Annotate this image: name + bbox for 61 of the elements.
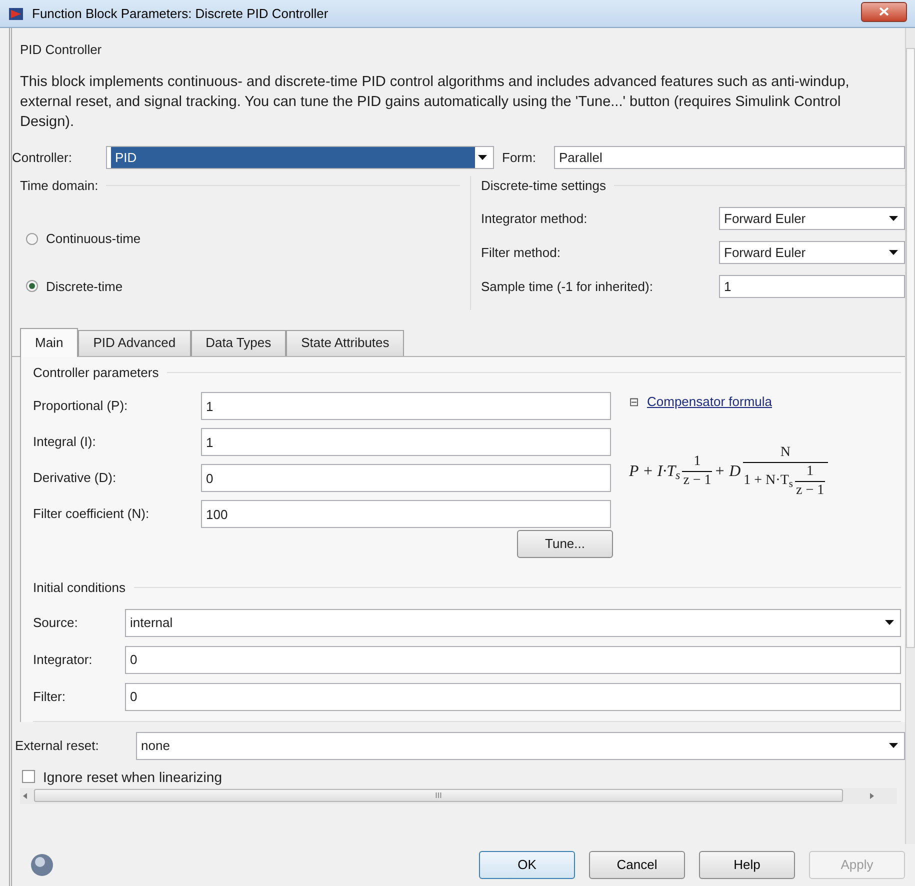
help-icon[interactable] <box>30 853 54 877</box>
group-title: Initial conditions <box>33 579 126 597</box>
setting-label: Filter method: <box>481 244 562 262</box>
tab[interactable]: PID Advanced <box>78 330 191 356</box>
condition-field[interactable]: 0 <box>125 682 901 710</box>
parameter-field[interactable]: 0 <box>201 464 611 492</box>
form-field[interactable]: Parallel <box>554 146 905 169</box>
parameter-label: Integral (I): <box>33 433 97 452</box>
controller-label: Controller: <box>12 148 73 167</box>
close-button[interactable] <box>861 2 907 22</box>
checkbox[interactable] <box>22 770 35 783</box>
condition-label: Integrator: <box>33 650 94 669</box>
parameter-label: Filter coefficient (N): <box>33 505 150 524</box>
group-title: Discrete-time settings <box>481 176 606 195</box>
tab[interactable]: Main <box>20 328 78 356</box>
external-reset-dropdown[interactable]: none <box>136 732 905 760</box>
block-name: PID Controller <box>19 41 103 59</box>
dropdown-arrow-icon <box>888 216 898 221</box>
condition-label: Filter: <box>33 688 66 706</box>
group-title: Controller parameters <box>33 364 159 382</box>
close-icon <box>879 7 889 16</box>
dropdown-arrow-icon <box>884 620 894 625</box>
method-dropdown[interactable]: Forward Euler <box>719 241 905 264</box>
external-reset-label: External reset: <box>15 736 100 755</box>
setting-label: Sample time (-1 for inherited): <box>481 278 654 296</box>
dropdown-arrow-icon <box>478 155 486 160</box>
scroll-grip: III <box>435 792 442 800</box>
horizontal-scrollbar[interactable]: III <box>20 788 897 804</box>
radio-option[interactable]: Continuous-time <box>26 229 460 248</box>
parameter-field[interactable]: 100 <box>201 500 611 528</box>
sample-time-field[interactable]: 1 <box>719 275 905 298</box>
dialog-button[interactable]: Cancel <box>589 851 685 879</box>
parameter-field[interactable]: 1 <box>201 392 611 420</box>
tune-button[interactable]: Tune... <box>517 530 613 558</box>
radio-button[interactable] <box>26 280 38 292</box>
ignore-reset-checkbox[interactable]: Ignore reset when linearizing <box>12 768 905 786</box>
parameter-label: Derivative (D): <box>33 469 118 488</box>
block-description: This block implements continuous- and discrete-time PID control algorithms and includes advanced features such as anti-windup, external reset, and signal tracking. You can tune the PID gains automatically using the 'Tune...' button (requires Simulink Control Design). <box>19 72 850 132</box>
tab[interactable]: Data Types <box>190 330 286 356</box>
dropdown-arrow-icon <box>888 743 898 748</box>
form-label: Form: <box>502 148 537 167</box>
condition-label: Source: <box>33 614 79 632</box>
dialog-button[interactable]: Help <box>699 851 795 879</box>
window-title: Function Block Parameters: Discrete PID Controller <box>32 4 328 23</box>
block-icon <box>8 6 24 22</box>
parameter-label: Proportional (P): <box>33 397 129 416</box>
dropdown-arrow-icon <box>888 250 898 255</box>
collapse-toggle[interactable]: ⊟ <box>629 392 639 411</box>
controller-dropdown[interactable]: PID <box>106 146 494 169</box>
parameter-field[interactable]: 1 <box>201 428 611 456</box>
setting-label: Integrator method: <box>481 210 588 228</box>
dialog-button[interactable]: OK <box>479 851 575 879</box>
group-title: Time domain: <box>20 176 98 194</box>
radio-option[interactable]: Discrete-time <box>26 276 460 296</box>
source-dropdown[interactable]: internal <box>125 608 901 636</box>
vertical-scrollbar[interactable] <box>905 28 915 844</box>
compensator-formula-link[interactable]: Compensator formula <box>647 392 772 412</box>
radio-button[interactable] <box>26 232 38 245</box>
tab[interactable]: State Attributes <box>286 330 404 356</box>
condition-field[interactable]: 0 <box>125 646 901 674</box>
method-dropdown[interactable]: Forward Euler <box>719 207 905 230</box>
